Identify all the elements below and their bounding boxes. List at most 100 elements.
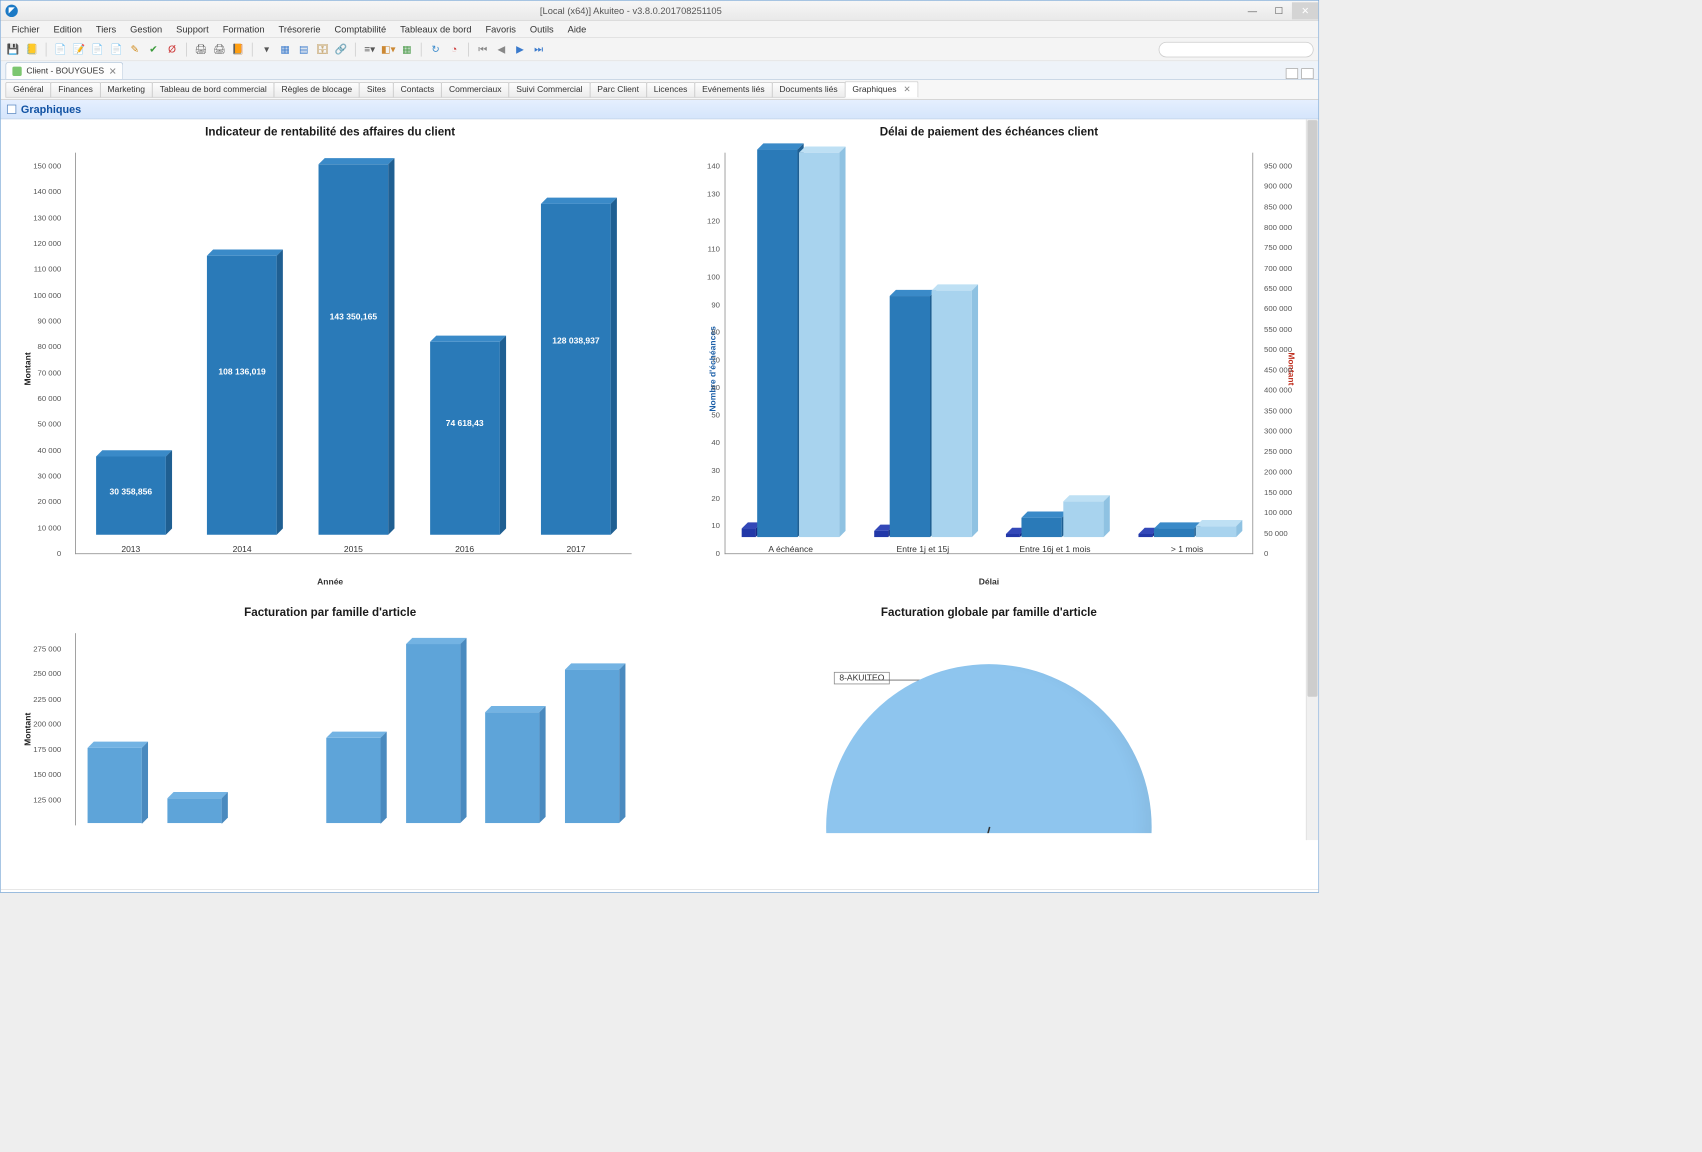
maximize-button[interactable]: ☐ — [1266, 2, 1292, 19]
scroll-thumb[interactable] — [1307, 120, 1317, 697]
menu-outils[interactable]: Outils — [524, 22, 560, 36]
x-tick: > 1 mois — [1138, 545, 1236, 554]
bar: 108 136,019 — [207, 255, 277, 534]
list-icon[interactable]: ≡▾ — [362, 41, 378, 57]
subtab-sites[interactable]: Sites — [359, 82, 393, 98]
menu-favoris[interactable]: Favoris — [479, 22, 522, 36]
check-icon[interactable]: ✔ — [146, 41, 162, 57]
minimize-button[interactable]: — — [1239, 2, 1265, 19]
bar — [406, 644, 460, 823]
subtab-finances[interactable]: Finances — [50, 82, 100, 98]
cancel-icon[interactable]: Ø — [164, 41, 180, 57]
nav-prev-icon[interactable]: ◀ — [494, 41, 510, 57]
y-tick: 200 000 — [13, 720, 66, 729]
search-box[interactable] — [1159, 41, 1314, 57]
menu-formation[interactable]: Formation — [216, 22, 270, 36]
document-tab[interactable]: Client - BOUYGUES ✕ — [5, 62, 123, 79]
table-icon[interactable]: ▤ — [296, 41, 312, 57]
subtab-evenements[interactable]: Evénements liés — [694, 82, 772, 98]
panel-header: Graphiques — [1, 100, 1318, 119]
close-subtab-icon[interactable]: ✕ — [903, 85, 910, 94]
menu-support[interactable]: Support — [170, 22, 215, 36]
titlebar: ◤ [Local (x64)] Akuiteo - v3.8.0.2017082… — [1, 1, 1318, 21]
chart-profitability: Indicateur de rentabilité des affaires d… — [1, 119, 660, 599]
subtab-documents[interactable]: Documents liés — [772, 82, 846, 98]
menu-fichier[interactable]: Fichier — [5, 22, 45, 36]
nav-last-icon[interactable]: ⏭ — [531, 41, 547, 57]
pie-chart — [826, 664, 1152, 833]
print2-icon[interactable]: 🖨 — [212, 41, 228, 57]
bar: 74 618,43 — [430, 342, 500, 535]
swatch-icon[interactable]: ◧▾ — [381, 41, 397, 57]
y-tick: 0 — [672, 550, 725, 559]
document-tab-strip: Client - BOUYGUES ✕ — [1, 61, 1318, 80]
new-doc-icon[interactable]: 📄 — [53, 41, 69, 57]
maximize-view-icon[interactable] — [1301, 68, 1313, 79]
bar-value-label: 74 618,43 — [430, 419, 500, 428]
bar — [1006, 534, 1020, 537]
document-tab-label: Client - BOUYGUES — [26, 66, 104, 75]
bar — [485, 712, 539, 823]
db-icon[interactable]: 🗄 — [315, 41, 331, 57]
y-tick: 20 000 — [13, 498, 66, 507]
doc-red-icon[interactable]: 📄 — [109, 41, 125, 57]
search-input[interactable] — [1159, 41, 1314, 57]
y-tick: 100 000 — [13, 292, 66, 301]
toolbar: 💾 📒 📄 📝 📄 📄 ✎ ✔ Ø 🖨 🖨 📙 ▾ ▦ ▤ 🗄 🔗 ≡▾ ◧▾ … — [1, 38, 1318, 61]
subtab-licences[interactable]: Licences — [646, 82, 695, 98]
menu-gestion[interactable]: Gestion — [124, 22, 168, 36]
y-tick: 70 — [672, 356, 725, 365]
bar: 30 358,856 — [96, 456, 166, 534]
menu-aide[interactable]: Aide — [561, 22, 592, 36]
bar — [1138, 534, 1152, 537]
menu-tableaux[interactable]: Tableaux de bord — [394, 22, 478, 36]
nav-first-icon[interactable]: ⏮ — [475, 41, 491, 57]
subtab-commerciaux[interactable]: Commerciaux — [441, 82, 509, 98]
subtab-marketing[interactable]: Marketing — [100, 82, 153, 98]
dropdown-icon[interactable]: ▾ — [259, 41, 275, 57]
bar — [874, 531, 888, 537]
close-button[interactable]: ✕ — [1292, 2, 1318, 19]
y-tick: 90 000 — [13, 317, 66, 326]
reload-icon[interactable]: ↻ — [428, 41, 444, 57]
y-tick: 0 — [13, 550, 66, 559]
menu-tiers[interactable]: Tiers — [90, 22, 123, 36]
book2-icon[interactable]: 📙 — [230, 41, 246, 57]
y-tick: 175 000 — [13, 746, 66, 755]
edit-doc-icon[interactable]: 📝 — [71, 41, 87, 57]
pie-chart-icon[interactable]: ◔ — [446, 41, 462, 57]
menu-tresorerie[interactable]: Trésorerie — [272, 22, 326, 36]
book-icon[interactable]: 📒 — [24, 41, 39, 57]
subtab-tableau[interactable]: Tableau de bord commercial — [152, 82, 275, 98]
subtab-suivi[interactable]: Suivi Commercial — [509, 82, 591, 98]
chart-title: Facturation globale par famille d'articl… — [672, 606, 1306, 619]
y-tick: 20 — [672, 495, 725, 504]
doc-green-icon[interactable]: 📄 — [90, 41, 106, 57]
pie-slice-label: 8-AKUITEO — [834, 672, 890, 684]
app-icon: ◤ — [5, 4, 17, 16]
share-icon[interactable]: 🔗 — [333, 41, 349, 57]
subtab-regles[interactable]: Règles de blocage — [274, 82, 360, 98]
subtab-parc[interactable]: Parc Client — [590, 82, 647, 98]
minimize-view-icon[interactable] — [1286, 68, 1298, 79]
save-icon[interactable]: 💾 — [5, 41, 21, 57]
menu-edition[interactable]: Edition — [47, 22, 88, 36]
green-box-icon[interactable]: ▦ — [399, 41, 415, 57]
subtab-general[interactable]: Général — [5, 82, 51, 98]
grid-icon[interactable]: ▦ — [277, 41, 293, 57]
y-tick: 50 000 — [13, 421, 66, 430]
app-window: ◤ [Local (x64)] Akuiteo - v3.8.0.2017082… — [0, 0, 1319, 893]
menu-comptabilite[interactable]: Comptabilité — [328, 22, 392, 36]
y-tick: 80 000 — [13, 343, 66, 352]
subtab-graphiques[interactable]: Graphiques ✕ — [845, 81, 919, 97]
y2-tick: 200 000 — [1259, 468, 1306, 477]
subtab-contacts[interactable]: Contacts — [393, 82, 442, 98]
bar-value-label: 30 358,856 — [96, 488, 166, 497]
vertical-scrollbar[interactable] — [1306, 119, 1318, 840]
bar — [742, 529, 756, 537]
close-tab-icon[interactable]: ✕ — [109, 65, 117, 76]
subtab-strip: Général Finances Marketing Tableau de bo… — [1, 80, 1318, 100]
nav-next-icon[interactable]: ▶ — [512, 41, 528, 57]
edit-icon[interactable]: ✎ — [127, 41, 142, 57]
print-icon[interactable]: 🖨 — [193, 41, 209, 57]
